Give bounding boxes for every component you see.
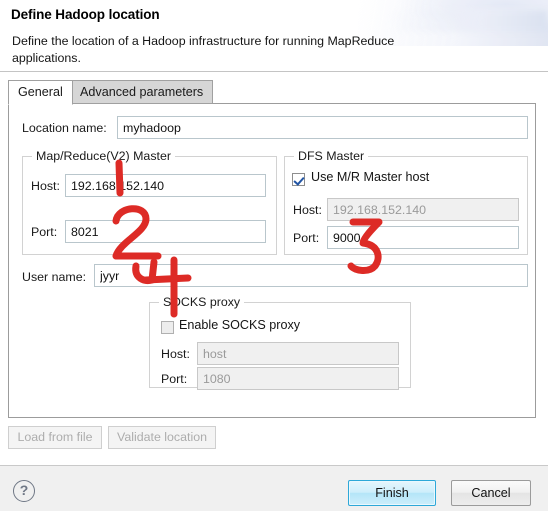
mapreduce-port-label: Port: <box>31 225 58 239</box>
dfs-port-field[interactable] <box>327 226 519 249</box>
page-description: Define the location of a Hadoop infrastr… <box>12 34 395 65</box>
general-tab-panel: Location name: Map/Reduce(V2) Master Hos… <box>8 103 536 418</box>
user-name-label: User name: <box>22 270 87 284</box>
location-name-input[interactable] <box>117 116 528 139</box>
cancel-button[interactable]: Cancel <box>451 480 531 506</box>
wizard-header: Define Hadoop location Define the locati… <box>0 0 548 72</box>
mapreduce-master-group-title: Map/Reduce(V2) Master <box>32 149 175 163</box>
mapreduce-host-field[interactable] <box>65 174 266 197</box>
enable-socks-proxy-label: Enable SOCKS proxy <box>179 318 301 332</box>
user-name-field[interactable] <box>94 264 528 287</box>
tab-general[interactable]: General <box>8 80 73 105</box>
socks-proxy-group-title: SOCKS proxy <box>159 295 245 309</box>
socks-host-field <box>197 342 399 365</box>
use-mr-master-host-checkbox[interactable] <box>292 173 305 186</box>
validate-location-button[interactable]: Validate location <box>108 426 216 449</box>
tab-advanced-parameters[interactable]: Advanced parameters <box>70 80 214 104</box>
dfs-host-field <box>327 198 519 221</box>
socks-port-label: Port: <box>161 372 188 386</box>
location-name-label: Location name: <box>22 121 107 135</box>
tab-strip: General Advanced parameters <box>8 80 536 105</box>
dfs-port-label: Port: <box>293 231 320 245</box>
socks-port-field <box>197 367 399 390</box>
use-mr-master-host-label: Use M/R Master host <box>311 170 430 184</box>
finish-button[interactable]: Finish <box>348 480 436 506</box>
socks-host-label: Host: <box>161 347 190 361</box>
help-icon[interactable]: ? <box>13 480 35 502</box>
load-from-file-button[interactable]: Load from file <box>8 426 102 449</box>
dfs-master-group-title: DFS Master <box>294 149 369 163</box>
mapreduce-port-field[interactable] <box>65 220 266 243</box>
mapreduce-host-label: Host: <box>31 179 60 193</box>
enable-socks-proxy-checkbox[interactable] <box>161 321 174 334</box>
page-title: Define Hadoop location <box>11 7 160 22</box>
dfs-host-label: Host: <box>293 203 322 217</box>
